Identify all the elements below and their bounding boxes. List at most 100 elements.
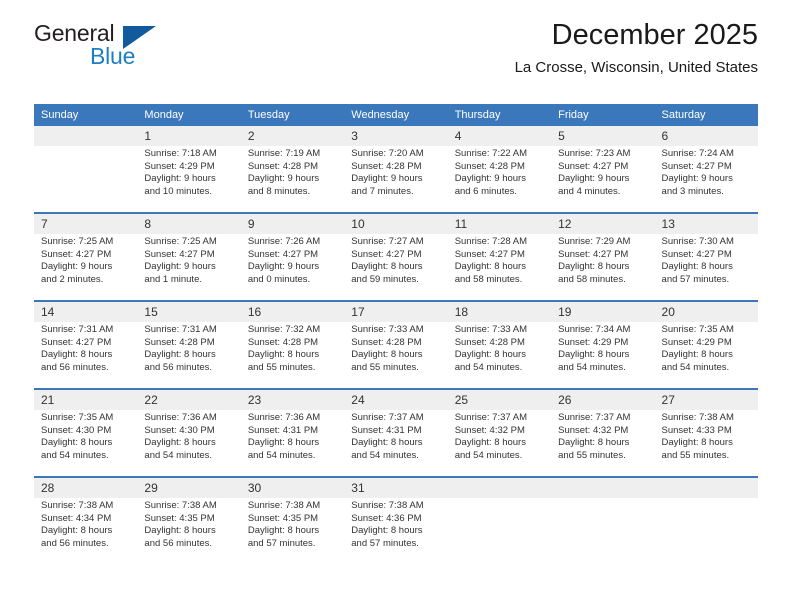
sunset-text: Sunset: 4:36 PM (351, 512, 422, 524)
day-number[interactable] (447, 478, 552, 498)
day-cell[interactable]: Sunrise: 7:38 AM Sunset: 4:36 PM Dayligh… (344, 498, 448, 564)
sunset-text: Sunset: 4:35 PM (247, 512, 319, 524)
day-number[interactable]: 4 (447, 126, 552, 146)
sunrise-text: Sunrise: 7:38 AM (661, 412, 734, 423)
day-number[interactable]: 30 (240, 478, 345, 498)
day-cell[interactable]: Sunrise: 7:34 AM Sunset: 4:29 PM Dayligh… (551, 322, 655, 388)
day-number[interactable]: 23 (240, 390, 345, 410)
day-number[interactable]: 10 (344, 214, 448, 234)
daylight-text-line2: and 57 minutes. (661, 273, 730, 285)
day-number[interactable]: 28 (34, 478, 138, 498)
day-number[interactable]: 2 (240, 126, 345, 146)
day-number[interactable]: 16 (240, 302, 345, 322)
day-cell[interactable] (447, 498, 552, 564)
daylight-text-line1: Daylight: 8 hours (41, 349, 113, 361)
day-cell[interactable]: Sunrise: 7:33 AM Sunset: 4:28 PM Dayligh… (344, 322, 448, 388)
day-number[interactable]: 29 (137, 478, 241, 498)
day-cell[interactable]: Sunrise: 7:38 AM Sunset: 4:33 PM Dayligh… (654, 410, 758, 476)
day-cell[interactable]: Sunrise: 7:18 AM Sunset: 4:29 PM Dayligh… (137, 146, 241, 212)
daylight-text-line1: Daylight: 8 hours (661, 349, 733, 361)
sunset-text: Sunset: 4:28 PM (454, 336, 525, 348)
day-cell[interactable]: Sunrise: 7:25 AM Sunset: 4:27 PM Dayligh… (137, 234, 241, 300)
daylight-text-line1: Daylight: 8 hours (558, 261, 630, 273)
day-cell[interactable] (34, 146, 138, 212)
day-number[interactable]: 7 (34, 214, 138, 234)
day-cell[interactable]: Sunrise: 7:31 AM Sunset: 4:27 PM Dayligh… (34, 322, 138, 388)
day-cell[interactable]: Sunrise: 7:33 AM Sunset: 4:28 PM Dayligh… (447, 322, 552, 388)
sunrise-text: Sunrise: 7:28 AM (454, 236, 528, 247)
brand-logo[interactable]: General Blue (34, 20, 254, 76)
day-cell[interactable]: Sunrise: 7:30 AM Sunset: 4:27 PM Dayligh… (654, 234, 758, 300)
day-number[interactable]: 22 (137, 390, 241, 410)
day-cell[interactable]: Sunrise: 7:37 AM Sunset: 4:31 PM Dayligh… (344, 410, 448, 476)
day-cell[interactable]: Sunrise: 7:20 AM Sunset: 4:28 PM Dayligh… (344, 146, 448, 212)
day-number[interactable]: 5 (551, 126, 655, 146)
sunset-text: Sunset: 4:28 PM (247, 336, 319, 348)
day-number[interactable]: 19 (551, 302, 655, 322)
day-number[interactable]: 15 (137, 302, 241, 322)
day-cell[interactable] (654, 498, 758, 564)
day-cell[interactable]: Sunrise: 7:26 AM Sunset: 4:27 PM Dayligh… (240, 234, 345, 300)
daylight-text-line2: and 56 minutes. (144, 537, 213, 549)
day-number[interactable]: 27 (654, 390, 758, 410)
day-cell[interactable] (551, 498, 655, 564)
day-cell[interactable]: Sunrise: 7:27 AM Sunset: 4:27 PM Dayligh… (344, 234, 448, 300)
day-number[interactable]: 14 (34, 302, 138, 322)
day-cell[interactable]: Sunrise: 7:35 AM Sunset: 4:29 PM Dayligh… (654, 322, 758, 388)
daylight-text-line1: Daylight: 8 hours (144, 525, 216, 537)
day-number[interactable]: 20 (654, 302, 758, 322)
day-number[interactable]: 9 (240, 214, 345, 234)
sunrise-text: Sunrise: 7:20 AM (351, 148, 424, 159)
day-cell[interactable]: Sunrise: 7:37 AM Sunset: 4:32 PM Dayligh… (551, 410, 655, 476)
day-number[interactable]: 18 (447, 302, 552, 322)
day-cell[interactable]: Sunrise: 7:37 AM Sunset: 4:32 PM Dayligh… (447, 410, 552, 476)
sunrise-text: Sunrise: 7:31 AM (41, 324, 114, 335)
daylight-text-line1: Daylight: 9 hours (144, 261, 216, 273)
daylight-text-line1: Daylight: 8 hours (351, 349, 423, 361)
day-cell[interactable]: Sunrise: 7:36 AM Sunset: 4:31 PM Dayligh… (240, 410, 345, 476)
day-number[interactable]: 13 (654, 214, 758, 234)
week-row-daynumbers: 28 29 30 31 (34, 478, 758, 498)
day-number[interactable] (551, 478, 655, 498)
day-cell[interactable]: Sunrise: 7:22 AM Sunset: 4:28 PM Dayligh… (447, 146, 552, 212)
day-cell[interactable]: Sunrise: 7:25 AM Sunset: 4:27 PM Dayligh… (34, 234, 138, 300)
sunrise-text: Sunrise: 7:19 AM (247, 148, 321, 159)
day-number[interactable]: 24 (344, 390, 448, 410)
day-number[interactable]: 31 (344, 478, 448, 498)
day-cell[interactable]: Sunrise: 7:38 AM Sunset: 4:35 PM Dayligh… (240, 498, 345, 564)
day-cell[interactable]: Sunrise: 7:29 AM Sunset: 4:27 PM Dayligh… (551, 234, 655, 300)
daylight-text-line1: Daylight: 8 hours (454, 349, 526, 361)
sunrise-text: Sunrise: 7:32 AM (247, 324, 321, 335)
day-cell[interactable]: Sunrise: 7:28 AM Sunset: 4:27 PM Dayligh… (447, 234, 552, 300)
sunrise-text: Sunrise: 7:33 AM (351, 324, 424, 335)
day-number[interactable]: 12 (551, 214, 655, 234)
day-cell[interactable]: Sunrise: 7:32 AM Sunset: 4:28 PM Dayligh… (240, 322, 345, 388)
day-cell[interactable]: Sunrise: 7:19 AM Sunset: 4:28 PM Dayligh… (240, 146, 345, 212)
day-cell[interactable]: Sunrise: 7:36 AM Sunset: 4:30 PM Dayligh… (137, 410, 241, 476)
day-cell[interactable]: Sunrise: 7:23 AM Sunset: 4:27 PM Dayligh… (551, 146, 655, 212)
day-number[interactable]: 1 (137, 126, 241, 146)
day-number[interactable]: 6 (654, 126, 758, 146)
day-cell[interactable]: Sunrise: 7:24 AM Sunset: 4:27 PM Dayligh… (654, 146, 758, 212)
sunset-text: Sunset: 4:27 PM (351, 248, 422, 260)
day-cell[interactable]: Sunrise: 7:38 AM Sunset: 4:34 PM Dayligh… (34, 498, 138, 564)
day-number[interactable]: 26 (551, 390, 655, 410)
day-cell[interactable]: Sunrise: 7:31 AM Sunset: 4:28 PM Dayligh… (137, 322, 241, 388)
day-cell[interactable]: Sunrise: 7:35 AM Sunset: 4:30 PM Dayligh… (34, 410, 138, 476)
sunset-text: Sunset: 4:27 PM (558, 248, 629, 260)
day-number[interactable]: 11 (447, 214, 552, 234)
sunrise-text: Sunrise: 7:31 AM (144, 324, 217, 335)
day-number[interactable]: 25 (447, 390, 552, 410)
daylight-text-line1: Daylight: 8 hours (144, 349, 216, 361)
day-number[interactable]: 17 (344, 302, 448, 322)
day-number[interactable]: 21 (34, 390, 138, 410)
day-number[interactable]: 8 (137, 214, 241, 234)
daylight-text-line1: Daylight: 9 hours (454, 173, 526, 185)
daylight-text-line1: Daylight: 9 hours (247, 173, 320, 185)
day-cell[interactable]: Sunrise: 7:38 AM Sunset: 4:35 PM Dayligh… (137, 498, 241, 564)
day-number[interactable]: 3 (344, 126, 448, 146)
day-number[interactable] (654, 478, 758, 498)
daylight-text-line2: and 7 minutes. (351, 185, 414, 197)
sunset-text: Sunset: 4:27 PM (144, 248, 215, 260)
day-number[interactable] (34, 126, 138, 146)
